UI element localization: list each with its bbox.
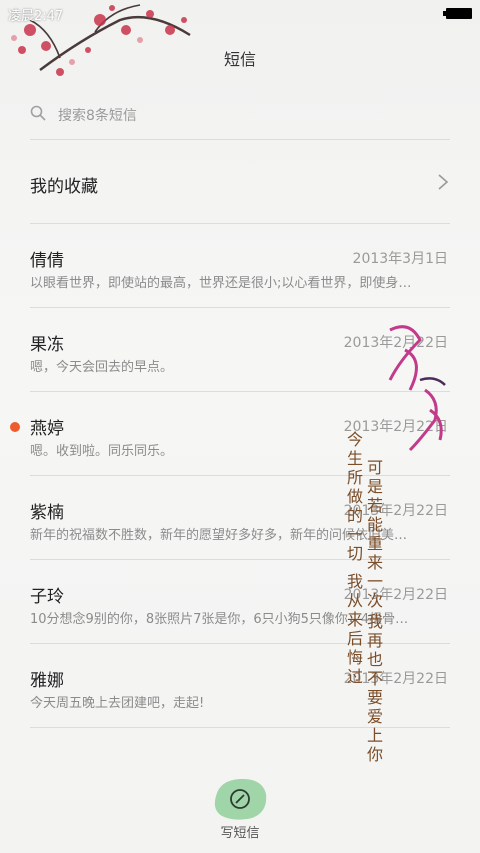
message-date: 2013年3月1日 — [352, 251, 448, 267]
search-placeholder: 搜索8条短信 — [58, 108, 137, 124]
divider — [30, 727, 450, 728]
message-row[interactable]: 倩倩 2013年3月1日 以眼看世界，即使站的最高，世界还是很小;以心看世界，即… — [0, 224, 480, 308]
message-preview: 新年的祝福数不胜数，新年的愿望好多好多，新年的问候依旧美… — [30, 528, 408, 543]
message-row[interactable]: 子玲 2013年2月22日 10分想念9别的你，8张照片7张是你，6只小狗5只像… — [0, 560, 480, 644]
poem-line: 我从来后悔过 — [346, 572, 363, 686]
contact-name: 果冻 — [30, 335, 64, 355]
contact-name: 子玲 — [30, 587, 64, 607]
divider — [30, 139, 450, 140]
message-row[interactable]: 雅娜 2013年2月22日 今天周五晚上去团建吧，走起! — [0, 644, 480, 728]
contact-name: 倩倩 — [30, 251, 64, 271]
message-preview: 以眼看世界，即使站的最高，世界还是很小;以心看世界，即使身… — [30, 276, 412, 291]
message-row[interactable]: 紫楠 2013年2月22日 新年的祝福数不胜数，新年的愿望好多好多，新年的问候依… — [0, 476, 480, 560]
contact-name: 雅娜 — [30, 671, 64, 691]
favorites-label: 我的收藏 — [30, 177, 98, 197]
poem-line: 可是若能重来一次 — [366, 458, 383, 610]
search-icon — [30, 105, 46, 121]
status-bar: 凌晨2:47 — [0, 0, 480, 26]
compose-icon — [230, 789, 250, 809]
chevron-right-icon — [438, 174, 449, 190]
poem-line: 今生所做的一切 — [346, 430, 363, 563]
unread-indicator — [10, 422, 20, 432]
search-field[interactable]: 搜索8条短信 — [30, 104, 450, 124]
contact-name: 燕婷 — [30, 419, 64, 439]
contact-name: 紫楠 — [30, 503, 64, 523]
calligraphy-logo — [388, 325, 446, 452]
poem-line: 我再也不要爱上你 — [366, 612, 383, 764]
compose-label: 写短信 — [220, 826, 260, 841]
status-time: 凌晨2:47 — [8, 9, 64, 24]
message-preview: 10分想念9别的你，8张照片7张是你，6只小狗5只像你，4根骨… — [30, 612, 409, 627]
battery-icon — [443, 8, 472, 19]
message-preview: 今天周五晚上去团建吧，走起! — [30, 696, 205, 711]
compose-button[interactable] — [212, 776, 268, 822]
page-title: 短信 — [223, 50, 256, 69]
